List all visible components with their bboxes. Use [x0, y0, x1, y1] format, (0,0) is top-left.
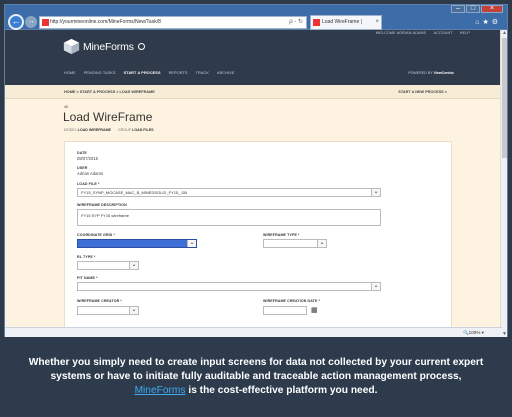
close-window-button[interactable]: ×	[481, 5, 503, 13]
cube-logo-icon	[63, 38, 80, 55]
forward-arrow-icon[interactable]: →	[25, 16, 37, 28]
page-meta: MODEL LOAD WIREFRAME GROUP LOAD FILES	[64, 128, 160, 132]
wireframe-type-label: WIREFRAME TYPE *	[263, 233, 300, 237]
rl-type-label: RL TYPE *	[77, 255, 96, 259]
page-viewport: WELCOME ADRIAN ADAMS ACCOUNT HELP MineFo…	[4, 30, 508, 337]
scroll-up-icon[interactable]: ▲	[502, 30, 507, 36]
load-file-label: LOAD FILE *	[77, 182, 100, 186]
chevron-down-icon[interactable]: ⌄	[129, 262, 138, 269]
chevron-down-icon[interactable]: ⌄	[187, 240, 196, 247]
wireframe-creator-select[interactable]: ⌄	[77, 306, 139, 315]
page-title: Load WireFrame	[63, 110, 153, 124]
wireframe-creator-label: WIREFRAME CREATOR *	[77, 299, 122, 303]
creation-date-label: WIREFRAME CREATION DATE *	[263, 299, 321, 303]
settings-gear-icon[interactable]: ⚙	[492, 19, 501, 26]
app-header: WELCOME ADRIAN ADAMS ACCOUNT HELP MineFo…	[5, 30, 502, 85]
logo-ring-icon	[137, 43, 145, 50]
start-new-process-link[interactable]: START A NEW PROCESS >	[398, 90, 447, 94]
chevron-down-icon[interactable]: ⌄	[129, 307, 138, 314]
user-links: WELCOME ADRIAN ADAMS ACCOUNT HELP	[370, 31, 470, 35]
logo-text: MineForms	[83, 40, 134, 53]
scroll-down-icon[interactable]: ▼	[502, 331, 507, 337]
mineforms-logo[interactable]: MineForms	[63, 38, 145, 55]
nav-track[interactable]: TRACK	[196, 71, 209, 75]
caption-before: Whether you simply need to create input …	[28, 357, 484, 382]
browser-status-bar: 🔍100% ▾	[5, 327, 502, 337]
help-link[interactable]: HELP	[460, 31, 470, 35]
coordinate-grid-select[interactable]: ⌄	[77, 239, 197, 248]
powered-brand[interactable]: ViewCentric	[433, 71, 454, 75]
model-value: LOAD WIREFRAME	[77, 128, 111, 132]
description-value: FY15 SYP FY15 wireframe	[81, 213, 129, 218]
pit-name-label: PIT NAME *	[77, 276, 98, 280]
address-tools[interactable]: ρ - ↻	[289, 17, 303, 28]
form-card: DATE 08/07/2015 USER Adrian Adams LOAD F…	[64, 141, 452, 337]
browser-tool-icons: ⌂★⚙	[475, 18, 501, 26]
breadcrumb[interactable]: HOME > START A PROCESS > LOAD WIREFRAME	[64, 90, 155, 94]
account-link[interactable]: ACCOUNT	[433, 31, 452, 35]
load-file-value: FY15_SYNP_MOCASE_MAC_B_MINEDSOLID_FY15_.…	[81, 190, 188, 195]
back-arrow-icon[interactable]: ←	[8, 14, 24, 30]
calendar-icon[interactable]: ▦	[311, 307, 318, 314]
breadcrumb-bar: HOME > START A PROCESS > LOAD WIREFRAME …	[5, 85, 502, 99]
nav-reports[interactable]: REPORTS	[169, 71, 188, 75]
maximize-button[interactable]: □	[466, 5, 480, 13]
address-bar[interactable]: http://yourmineonline.com/MineForms/New/…	[39, 16, 307, 29]
nav-home[interactable]: HOME	[64, 71, 76, 75]
powered-prefix: POWERED BY	[408, 71, 433, 75]
site-favicon-icon	[42, 19, 49, 26]
page-scrollbar[interactable]: ▲ ▼	[500, 30, 507, 337]
load-file-select[interactable]: FY15_SYNP_MOCASE_MAC_B_MINEDSOLID_FY15_.…	[77, 188, 381, 197]
minimize-button[interactable]: –	[451, 5, 465, 13]
tab-favicon-icon	[313, 19, 320, 26]
rl-type-select[interactable]: ⌄	[77, 261, 139, 270]
zoom-level[interactable]: 🔍100% ▾	[463, 330, 484, 336]
date-value: 08/07/2015	[77, 156, 98, 161]
nav-archive[interactable]: ARCHIVE	[217, 71, 235, 75]
chevron-down-icon[interactable]: ⌄	[371, 283, 380, 290]
browser-toolbar: – □ × ← → http://yourmineonline.com/Mine…	[4, 4, 508, 38]
chevron-down-icon[interactable]: ⌄	[317, 240, 326, 247]
browser-tab[interactable]: Load WireFrame | Processo... ×	[310, 15, 382, 38]
powered-by: POWERED BY ViewCentric	[408, 71, 454, 75]
creation-date-input[interactable]	[263, 306, 307, 315]
coordinate-grid-label: COORDINATE GRID *	[77, 233, 115, 237]
address-url: http://yourmineonline.com/MineForms/New/…	[50, 19, 161, 25]
scroll-thumb[interactable]	[502, 38, 507, 158]
model-label: MODEL	[64, 128, 77, 132]
nav-start-a-process[interactable]: START A PROCESS	[124, 71, 161, 75]
description-textarea[interactable]: FY15 SYP FY15 wireframe	[77, 209, 381, 226]
wireframe-type-select[interactable]: ⌄	[263, 239, 327, 248]
date-label: DATE	[77, 151, 87, 155]
mineforms-link[interactable]: MineForms	[135, 385, 186, 396]
main-nav: HOME PENDING TASKS START A PROCESS REPOR…	[64, 71, 235, 75]
caption-after: is the cost-effective platform you need.	[188, 385, 378, 396]
chevron-down-icon[interactable]: ⌄	[371, 189, 380, 196]
group-label: GROUP	[118, 128, 132, 132]
process-id: 40	[64, 105, 68, 109]
caption-text: Whether you simply need to create input …	[26, 356, 486, 398]
tab-close-icon[interactable]: ×	[375, 16, 379, 29]
favorites-star-icon[interactable]: ★	[482, 19, 491, 26]
nav-pending-tasks[interactable]: PENDING TASKS	[84, 71, 116, 75]
group-value: LOAD FILES	[132, 128, 154, 132]
window-controls: – □ ×	[451, 5, 503, 13]
description-label: WIREFRAME DESCRIPTION	[77, 203, 127, 207]
user-value: Adrian Adams	[77, 171, 104, 176]
user-label: USER	[77, 166, 88, 170]
pit-name-select[interactable]: ⌄	[77, 282, 381, 291]
welcome-text: WELCOME ADRIAN ADAMS	[375, 31, 427, 35]
